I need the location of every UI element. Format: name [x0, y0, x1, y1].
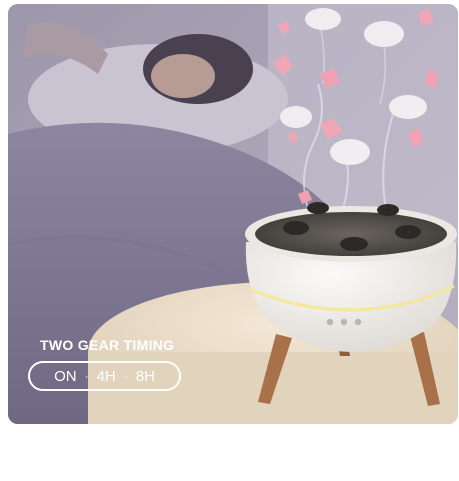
timing-option-8h: 8H: [135, 367, 155, 385]
caption-title: TWO GEAR TIMING: [40, 337, 175, 353]
diffuser-button: [354, 318, 362, 326]
timing-option-4h: 4H: [96, 367, 116, 385]
diffuser-button: [340, 318, 348, 326]
diffuser-button: [326, 318, 334, 326]
separator-dot: ·: [123, 369, 128, 383]
timing-options-pill: ON · 4H · 8H: [28, 361, 181, 391]
timing-option-on: ON: [54, 367, 77, 385]
separator-dot: ·: [84, 369, 89, 383]
